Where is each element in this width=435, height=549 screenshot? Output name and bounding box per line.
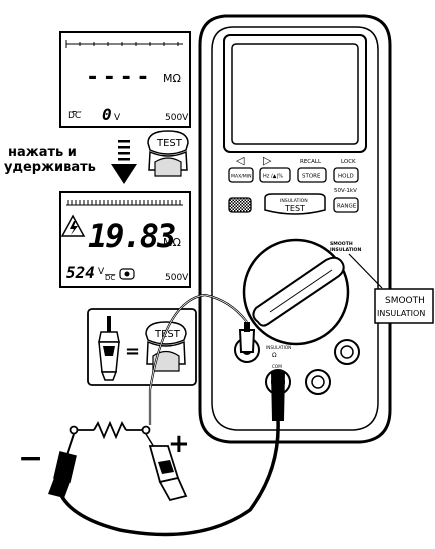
smooth-insulation-callout: SMOOTH INSULATION: [374, 288, 434, 324]
maxmin-button-label: MAX/MIN: [231, 174, 252, 180]
lcd-bottom-resistance: 19.83: [88, 217, 175, 255]
lcd-bottom-unit: MΩ: [163, 236, 181, 249]
diagram-canvas: - - - - MΩ DC 0 V 500V нажать и удержива…: [4, 14, 434, 537]
jack-com-label: COM: [272, 364, 282, 369]
rotary-dial[interactable]: [242, 238, 350, 346]
store-button[interactable]: STORE: [297, 167, 327, 183]
lcd-top-voltage: 0: [102, 105, 112, 124]
jack-label-line2: Ω: [272, 352, 277, 359]
jack-label-line1: INSULATION: [266, 345, 291, 350]
range-button[interactable]: RANGE: [333, 197, 359, 213]
inset-equals: =: [125, 341, 140, 362]
recall-label: RECALL: [300, 159, 322, 165]
arrow-left-label: ◁: [236, 154, 245, 167]
insulation-test-button[interactable]: INSULATION TEST: [264, 193, 326, 215]
dial-label-line2: INSULATION: [330, 247, 361, 253]
lcd-bottom: 19.83 MΩ 524 V DC 500V: [59, 191, 191, 288]
lcd-top-voltage-unit: V: [114, 113, 121, 123]
lcd-top-dashes: - - - -: [88, 65, 148, 90]
callout-line2: INSULATION: [377, 309, 425, 318]
hold-button[interactable]: HOLD: [333, 167, 359, 183]
lcd-bottom-range: 500V: [165, 273, 189, 283]
arrow-right-label: ▷: [263, 154, 272, 167]
ma-jack[interactable]: [305, 369, 331, 395]
plus-sign: +: [168, 429, 190, 459]
v-jack[interactable]: [334, 339, 360, 365]
volt-range-label: 50V-1kV: [334, 188, 357, 194]
lock-label: LOCK: [341, 159, 356, 165]
lcd-bottom-voltage: 524: [66, 263, 95, 282]
probe-inset: = TEST: [87, 308, 197, 386]
black-probe-plug: [270, 371, 286, 421]
instruction-line2: удерживать: [4, 160, 96, 175]
insulation-test-line2: TEST: [284, 204, 305, 213]
backlight-button[interactable]: [228, 197, 252, 213]
lcd-top-unit: MΩ: [163, 72, 181, 85]
negative-probe: [48, 433, 77, 498]
instruction-line1: нажать и: [8, 145, 77, 160]
down-arrow-icon: [111, 140, 137, 184]
minus-sign: −: [18, 441, 43, 476]
resistor-circuit: [69, 420, 151, 440]
store-button-label: STORE: [302, 174, 321, 180]
lcd-top-range: 500V: [165, 113, 189, 123]
meter-body: [198, 14, 392, 444]
callout-line1: SMOOTH: [385, 296, 425, 306]
lcd-top: - - - - MΩ DC 0 V 500V: [59, 31, 191, 128]
lcd-bottom-dc: DC: [105, 274, 115, 282]
lcd-bottom-voltage-unit: V: [98, 267, 105, 277]
test-button-label: TEST: [156, 138, 183, 149]
range-button-label: RANGE: [337, 204, 357, 210]
hold-button-label: HOLD: [338, 174, 354, 180]
maxmin-button[interactable]: MAX/MIN: [228, 167, 254, 183]
hz-button[interactable]: Hz /▲|%: [259, 167, 291, 183]
memory-icon: [119, 268, 135, 280]
dial-label-line1: SMOOTH: [330, 241, 353, 247]
hz-button-label: Hz /▲|%: [263, 174, 283, 180]
test-button-icon: TEST: [147, 130, 189, 177]
lcd-top-dc: DC: [68, 111, 81, 121]
